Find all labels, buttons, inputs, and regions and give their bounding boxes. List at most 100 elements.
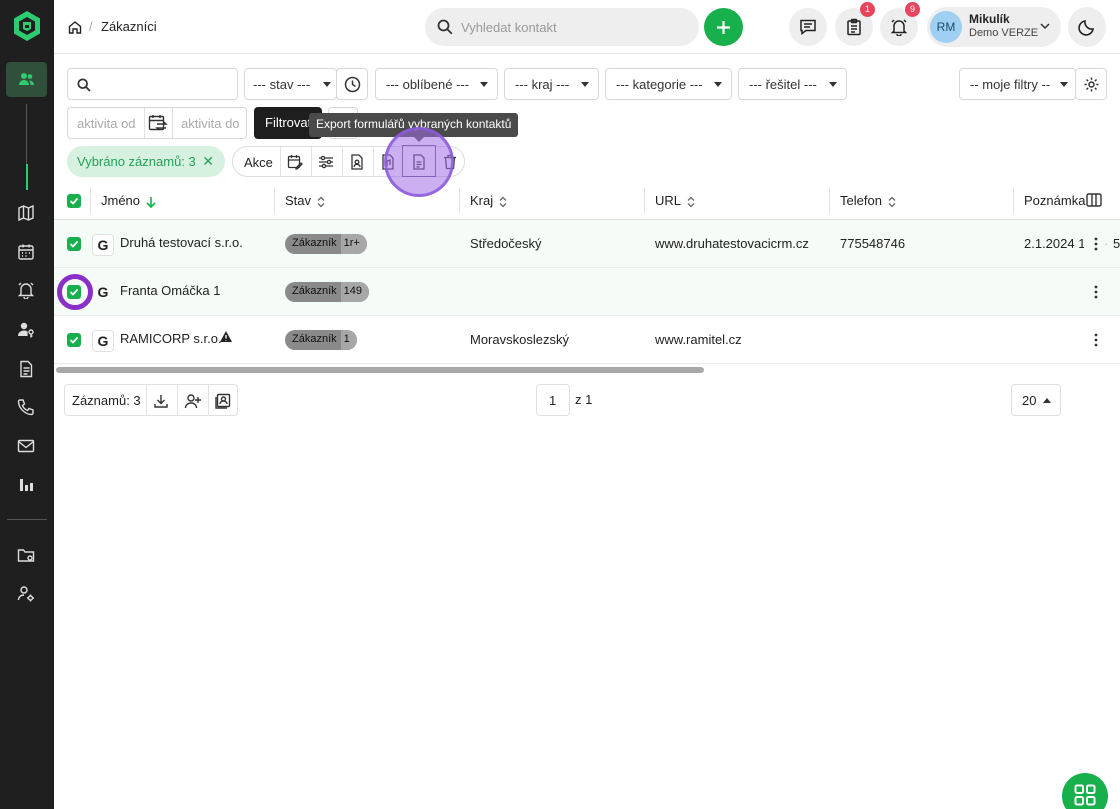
filter-stav[interactable]: --- stav --- <box>244 68 337 100</box>
contact-name[interactable]: RAMICORP s.r.o. <box>120 331 222 346</box>
map-icon[interactable] <box>17 204 37 224</box>
add-button[interactable] <box>704 8 743 46</box>
contact-name[interactable]: Druhá testovací s.r.o. <box>120 235 243 250</box>
document-user-icon[interactable] <box>349 154 365 170</box>
url-cell[interactable]: www.ramitel.cz <box>655 332 742 347</box>
row-menu-icon[interactable] <box>1088 284 1104 300</box>
user-settings-icon[interactable] <box>17 585 37 605</box>
row-checkbox[interactable] <box>67 237 81 251</box>
page-number-value: 1 <box>549 393 557 408</box>
chevron-down-icon <box>1040 23 1050 30</box>
table-row[interactable]: G Druhá testovací s.r.o. Zákazník 1r+ Stř… <box>54 220 1120 268</box>
dark-mode-toggle[interactable] <box>1068 7 1106 47</box>
caret-down-icon <box>480 82 488 87</box>
hover-box <box>402 145 436 177</box>
selection-chip: Vybráno záznamů: 3 ✕ <box>67 146 225 177</box>
region-cell: Moravskoslezský <box>470 332 569 347</box>
filter-resitel-label: --- řešitel --- <box>749 77 817 92</box>
filter-kategorie[interactable]: --- kategorie --- <box>605 68 732 100</box>
status-count: 1 <box>340 330 357 350</box>
document-icon[interactable] <box>17 360 37 380</box>
app-logo[interactable] <box>12 10 42 42</box>
contact-search[interactable] <box>425 8 699 46</box>
filter-kraj[interactable]: --- kraj --- <box>504 68 599 100</box>
sidebar-item-contacts[interactable] <box>6 62 47 97</box>
action-divider <box>280 147 281 176</box>
table-row[interactable]: G RAMICORP s.r.o. Zákazník 1 Moravskoslez… <box>54 316 1120 364</box>
scrollbar-thumb[interactable] <box>56 367 704 373</box>
status-label: Zákazník <box>292 237 337 249</box>
bar-chart-icon[interactable] <box>17 476 37 496</box>
phone-cell[interactable]: 775548746 <box>840 236 905 251</box>
column-header-poznamka[interactable]: Poznámka <box>1024 193 1085 208</box>
folder-settings-icon[interactable] <box>17 546 37 566</box>
contact-name[interactable]: Franta Omáčka 1 <box>120 283 220 298</box>
filter-oblibene[interactable]: --- oblíbené --- <box>375 68 498 100</box>
field-divider <box>144 108 145 138</box>
caret-up-icon <box>1043 398 1051 403</box>
notifications-button[interactable]: 9 <box>880 2 920 46</box>
field-divider <box>172 108 173 138</box>
sort-icon <box>499 196 507 208</box>
filter-history[interactable] <box>336 68 368 100</box>
user-key-icon[interactable] <box>17 321 37 341</box>
clear-selection-icon[interactable]: ✕ <box>202 153 214 170</box>
toolbar-divider <box>177 385 178 415</box>
search-icon <box>437 19 453 35</box>
filter-resitel[interactable]: --- řešitel --- <box>738 68 847 100</box>
column-divider <box>274 188 275 214</box>
row-menu-icon[interactable] <box>1088 332 1104 348</box>
page-size-select[interactable]: 20 <box>1011 384 1061 416</box>
apps-grid-button[interactable] <box>1062 773 1108 809</box>
status-badge: Zákazník 149 <box>285 282 369 302</box>
page-number[interactable]: 1 <box>536 384 570 416</box>
add-user-icon[interactable] <box>184 393 201 409</box>
search-input[interactable] <box>461 17 681 37</box>
columns-toggle-icon[interactable] <box>1086 193 1102 207</box>
arrow-down-icon <box>146 196 156 208</box>
filter-settings-button[interactable] <box>1075 68 1107 100</box>
sliders-icon[interactable] <box>318 154 334 170</box>
messages-button[interactable] <box>789 8 827 46</box>
aktivita-od-field[interactable]: aktivita od <box>77 116 136 131</box>
search-icon <box>77 78 91 92</box>
filter-moje-filtry[interactable]: -- moje filtry -- <box>959 68 1076 100</box>
calendar-swap-icon[interactable] <box>148 114 168 133</box>
caret-down-icon <box>714 82 722 87</box>
calendar-edit-icon[interactable] <box>287 154 303 170</box>
filter-stav-label: --- stav --- <box>253 77 311 92</box>
sort-icon <box>687 196 695 208</box>
column-header-stav[interactable]: Stav <box>285 193 325 208</box>
table-row[interactable]: G Franta Omáčka 1 Zákazník 149 <box>54 268 1120 316</box>
download-icon[interactable] <box>153 393 169 409</box>
row-checkbox[interactable] <box>67 333 81 347</box>
page-total: z 1 <box>575 392 593 407</box>
selection-count: Vybráno záznamů: 3 <box>77 154 196 169</box>
home-icon[interactable] <box>68 20 82 34</box>
column-label: URL <box>655 193 682 208</box>
phone-icon[interactable] <box>17 398 37 418</box>
notifications-badge: 9 <box>905 2 920 17</box>
column-header-jmeno[interactable]: Jméno <box>101 193 156 208</box>
row-menu-icon[interactable] <box>1088 236 1104 252</box>
select-all-checkbox[interactable] <box>67 194 81 208</box>
top-header: / Zákazníci 1 9 RM Mikulík Demo VERZE <box>54 0 1120 54</box>
aktivita-do-field[interactable]: aktivita do <box>181 116 240 131</box>
clock-icon <box>344 76 361 93</box>
column-divider <box>1013 188 1014 214</box>
calendar-icon[interactable] <box>17 243 37 263</box>
breadcrumb-current[interactable]: Zákazníci <box>101 19 157 34</box>
column-header-telefon[interactable]: Telefon <box>840 193 896 208</box>
column-header-kraj[interactable]: Kraj <box>470 193 507 208</box>
moon-icon <box>1078 20 1094 36</box>
status-count: 1r+ <box>340 234 367 254</box>
column-header-url[interactable]: URL <box>655 193 695 208</box>
bell-icon[interactable] <box>17 281 37 301</box>
contact-card-icon[interactable] <box>215 393 231 409</box>
mail-icon[interactable] <box>17 437 37 457</box>
filter-search[interactable] <box>67 68 238 100</box>
user-menu[interactable]: RM Mikulík Demo VERZE <box>927 7 1061 47</box>
url-cell[interactable]: www.druhatestovacicrm.cz <box>655 236 809 251</box>
caret-down-icon <box>323 82 331 87</box>
tasks-button[interactable]: 1 <box>835 2 875 46</box>
